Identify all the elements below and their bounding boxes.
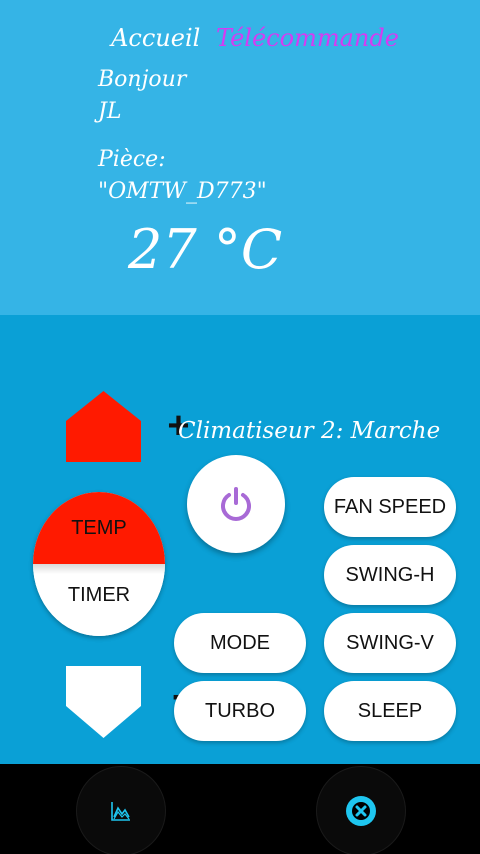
- sleep-label: SLEEP: [357, 699, 423, 722]
- mode-label: MODE: [210, 631, 270, 654]
- close-circle-icon: [346, 796, 376, 826]
- room-name: "OMTW_D773": [98, 179, 267, 204]
- top-panel: Accueil Télécommande Bonjour JL Pièce: "…: [0, 0, 480, 315]
- timer-mode-button[interactable]: TIMER: [33, 564, 165, 636]
- temp-decrease-button[interactable]: -: [66, 666, 185, 738]
- bottom-bar: [0, 764, 480, 854]
- nav-home-link[interactable]: Accueil: [111, 24, 200, 52]
- chart-icon: [111, 802, 130, 821]
- nav-remote-link[interactable]: Télécommande: [216, 24, 399, 52]
- swing-v-button[interactable]: SWING-V: [324, 613, 456, 673]
- swing-h-label: SWING-H: [345, 563, 435, 586]
- swing-v-label: SWING-V: [346, 631, 434, 654]
- user-name: JL: [98, 99, 122, 124]
- house-shape-icon: [66, 391, 141, 462]
- power-button[interactable]: [187, 455, 285, 553]
- temp-label: TEMP: [71, 517, 127, 539]
- temp-timer-selector: TEMP TIMER: [33, 492, 165, 636]
- temp-increase-button[interactable]: +: [66, 391, 190, 462]
- temp-mode-button[interactable]: TEMP: [33, 492, 165, 564]
- sleep-button[interactable]: SLEEP: [324, 681, 456, 741]
- inverted-house-shape-icon: [66, 666, 141, 738]
- close-button[interactable]: [316, 766, 406, 854]
- temperature-display: 27 °C: [128, 218, 283, 281]
- greeting-block: Bonjour JL: [98, 64, 186, 128]
- stats-button[interactable]: [76, 766, 166, 854]
- timer-label: TIMER: [67, 584, 131, 606]
- turbo-button[interactable]: TURBO: [174, 681, 306, 741]
- fan-speed-label: FAN SPEED: [333, 495, 447, 518]
- room-block: Pièce: "OMTW_D773": [98, 144, 267, 208]
- room-label: Pièce:: [98, 147, 166, 172]
- turbo-label: TURBO: [205, 699, 275, 722]
- fan-speed-button[interactable]: FAN SPEED: [324, 477, 456, 537]
- device-status: Climatiseur 2: Marche: [178, 418, 441, 444]
- swing-h-button[interactable]: SWING-H: [324, 545, 456, 605]
- mode-button[interactable]: MODE: [174, 613, 306, 673]
- nav-links: Accueil Télécommande: [0, 24, 480, 52]
- power-icon: [221, 487, 251, 521]
- greeting-text: Bonjour: [98, 67, 187, 92]
